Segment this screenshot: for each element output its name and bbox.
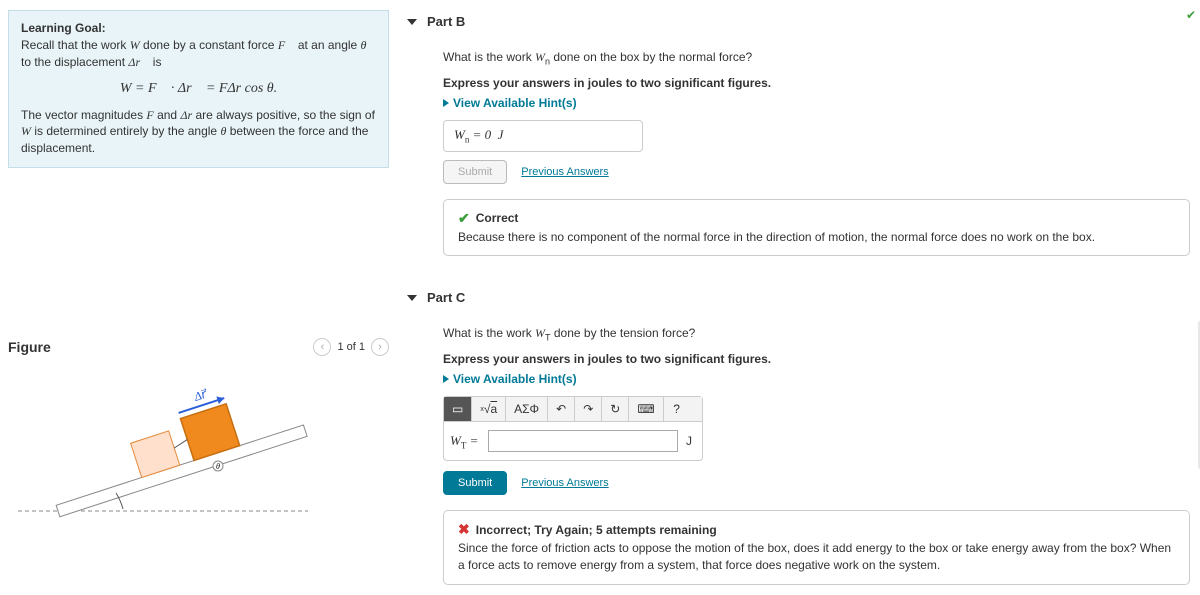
templates-button[interactable]: ▭ <box>444 397 472 421</box>
part-c-answer-input[interactable] <box>488 430 678 452</box>
part-b-hints-label: View Available Hint(s) <box>453 96 577 110</box>
learning-goal-title: Learning Goal: <box>21 21 376 35</box>
part-b-submit-button: Submit <box>443 160 507 184</box>
part-c-hints-label: View Available Hint(s) <box>453 372 577 386</box>
part-b-previous-answers-link[interactable]: Previous Answers <box>521 166 608 178</box>
correct-label: Correct <box>476 211 519 225</box>
part-c-explanation: Since the force of friction acts to oppo… <box>458 540 1175 574</box>
part-b-instruction: Express your answers in joules to two si… <box>443 76 1190 90</box>
sqrt-button[interactable]: x√a <box>472 397 506 421</box>
x-icon: ✖ <box>458 521 470 538</box>
part-b-answer-display: Wn = 0 J <box>443 120 643 152</box>
incorrect-label: Incorrect; Try Again; 5 attempts remaini… <box>476 523 717 537</box>
figure-next-button[interactable]: › <box>371 338 389 356</box>
figure-prev-button[interactable]: ‹ <box>313 338 331 356</box>
caret-right-icon <box>443 99 449 107</box>
input-toolbar: ▭ x√a ΑΣΦ ↶ ↷ ↻ ⌨ ? <box>444 397 702 422</box>
figure-page-indicator: 1 of 1 <box>337 341 365 353</box>
check-icon: ✔ <box>458 210 470 227</box>
figure-title: Figure <box>8 339 51 355</box>
greek-button[interactable]: ΑΣΦ <box>506 397 548 421</box>
part-c-question: What is the work WT done by the tension … <box>443 325 1190 344</box>
caret-right-icon <box>443 375 449 383</box>
part-c-hints-toggle[interactable]: View Available Hint(s) <box>443 372 1190 386</box>
keyboard-button[interactable]: ⌨ <box>629 397 663 421</box>
caret-down-icon <box>407 295 417 301</box>
part-c-previous-answers-link[interactable]: Previous Answers <box>521 477 608 489</box>
part-c-input-label: WT = <box>444 433 484 451</box>
part-b-title: Part B <box>427 14 465 29</box>
part-c-unit: J <box>682 434 702 448</box>
work-formula: W = F⃗ · Δr⃗ = FΔr cos θ. <box>21 81 376 97</box>
svg-text:Δr⃗: Δr⃗ <box>191 386 209 404</box>
redo-button[interactable]: ↷ <box>575 397 602 421</box>
part-b-explanation: Because there is no component of the nor… <box>458 229 1175 246</box>
part-b-header[interactable]: Part B <box>407 0 1190 37</box>
help-button[interactable]: ? <box>664 397 690 421</box>
learning-goal-box: Learning Goal: Recall that the work W do… <box>8 10 389 168</box>
part-c-submit-button[interactable]: Submit <box>443 471 507 495</box>
learning-goal-line1: Recall that the work W done by a constan… <box>21 37 376 71</box>
caret-down-icon <box>407 19 417 25</box>
figure-diagram: Δr⃗ θ <box>8 371 373 511</box>
part-c-feedback: ✖ Incorrect; Try Again; 5 attempts remain… <box>443 510 1190 585</box>
part-b-question: What is the work Wn done on the box by t… <box>443 49 1190 68</box>
part-b-feedback: ✔ Correct Because there is no component o… <box>443 199 1190 257</box>
svg-text:θ: θ <box>216 462 220 471</box>
part-c-input-panel: ▭ x√a ΑΣΦ ↶ ↷ ↻ ⌨ ? WT = J <box>443 396 703 461</box>
part-c-header[interactable]: Part C <box>407 276 1190 313</box>
part-c-instruction: Express your answers in joules to two si… <box>443 352 1190 366</box>
learning-goal-line2: The vector magnitudes F and Δr are alway… <box>21 107 376 157</box>
reset-button[interactable]: ↻ <box>602 397 629 421</box>
part-c-title: Part C <box>427 290 465 305</box>
check-icon: ✔ <box>1186 8 1196 22</box>
part-b-hints-toggle[interactable]: View Available Hint(s) <box>443 96 1190 110</box>
undo-button[interactable]: ↶ <box>548 397 575 421</box>
